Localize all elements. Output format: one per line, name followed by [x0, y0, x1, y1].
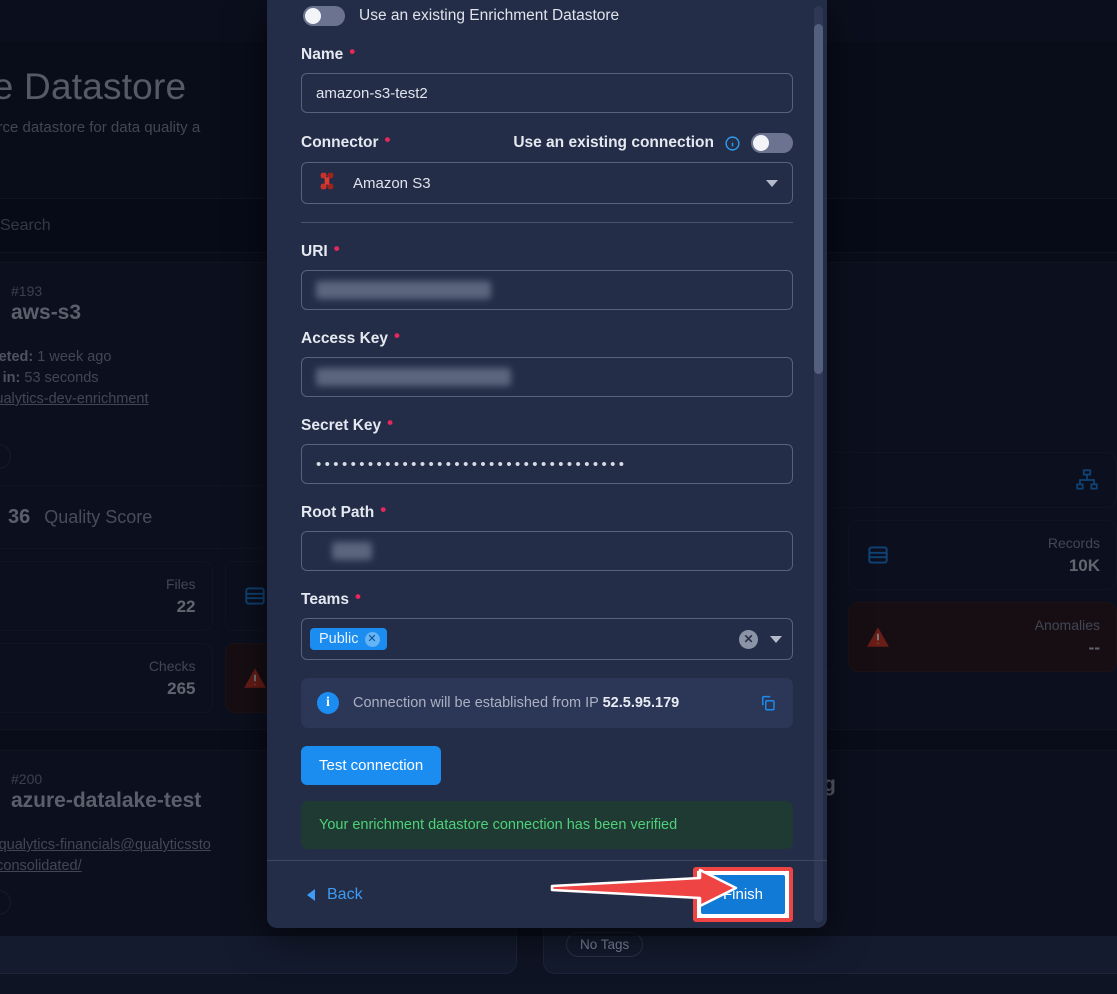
- connector-selected-value: Amazon S3: [353, 175, 431, 192]
- section-divider: [301, 222, 793, 223]
- field-uri: URI •: [285, 243, 809, 310]
- root-path-label: Root Path •: [301, 504, 793, 522]
- connector-label-text: Connector: [301, 134, 379, 152]
- uri-label: URI •: [301, 243, 793, 261]
- amazon-s3-icon: [316, 170, 338, 196]
- toggle-knob: [753, 135, 769, 151]
- existing-connection-row: Use an existing connection: [513, 133, 793, 153]
- connection-ip-text: Connection will be established from IP 5…: [353, 695, 745, 711]
- access-key-label: Access Key •: [301, 330, 793, 348]
- field-connector: Connector • Use an existing connection: [285, 133, 809, 204]
- enrichment-datastore-modal: Use an existing Enrichment Datastore Nam…: [267, 0, 827, 928]
- secret-key-value: ••••••••••••••••••••••••••••••••••••: [316, 456, 627, 473]
- back-button-label: Back: [327, 886, 363, 904]
- field-name: Name •: [285, 46, 809, 113]
- existing-connection-toggle[interactable]: [751, 133, 793, 153]
- test-connection-button[interactable]: Test connection: [301, 746, 441, 785]
- existing-datastore-toggle-row: Use an existing Enrichment Datastore: [285, 0, 809, 26]
- redacted-value: [332, 542, 372, 560]
- connection-ip-value: 52.5.95.179: [603, 695, 680, 711]
- name-input[interactable]: [301, 73, 793, 113]
- name-label-text: Name: [301, 46, 343, 64]
- chevron-left-icon: [307, 889, 315, 901]
- redacted-value: [316, 281, 491, 299]
- root-path-input[interactable]: [301, 531, 793, 571]
- secret-key-input[interactable]: ••••••••••••••••••••••••••••••••••••: [301, 444, 793, 484]
- required-indicator: •: [355, 591, 361, 602]
- redacted-value: [316, 368, 511, 386]
- chevron-down-icon[interactable]: [766, 180, 778, 187]
- connection-ip-banner: i Connection will be established from IP…: [301, 678, 793, 728]
- clear-all-icon[interactable]: ✕: [739, 630, 758, 649]
- chevron-down-icon[interactable]: [770, 636, 782, 643]
- team-chip[interactable]: Public ✕: [310, 628, 387, 650]
- toggle-knob: [305, 8, 321, 24]
- copy-icon[interactable]: [759, 694, 777, 712]
- required-indicator: •: [334, 243, 340, 254]
- info-icon: i: [317, 692, 339, 714]
- secret-key-label-text: Secret Key: [301, 417, 381, 435]
- teams-label-text: Teams: [301, 591, 349, 609]
- connector-select[interactable]: Amazon S3: [301, 162, 793, 204]
- existing-connection-label: Use an existing connection: [513, 134, 714, 152]
- name-label: Name •: [301, 46, 793, 64]
- scrollbar-thumb[interactable]: [814, 24, 823, 374]
- access-key-input[interactable]: [301, 357, 793, 397]
- root-path-label-text: Root Path: [301, 504, 374, 522]
- connector-label: Connector •: [301, 134, 390, 152]
- remove-chip-icon[interactable]: ✕: [365, 632, 380, 647]
- connector-header: Connector • Use an existing connection: [301, 133, 793, 153]
- required-indicator: •: [349, 46, 355, 57]
- existing-datastore-toggle-label: Use an existing Enrichment Datastore: [359, 7, 619, 25]
- info-icon[interactable]: [724, 135, 741, 152]
- secret-key-label: Secret Key •: [301, 417, 793, 435]
- modal-footer: Back Finish: [267, 860, 827, 928]
- verification-success-banner: Your enrichment datastore connection has…: [301, 801, 793, 849]
- annotation-arrow: [550, 868, 740, 908]
- uri-label-text: URI: [301, 243, 328, 261]
- existing-datastore-toggle[interactable]: [303, 6, 345, 26]
- uri-input[interactable]: [301, 270, 793, 310]
- field-teams: Teams • Public ✕ ✕: [285, 591, 809, 660]
- access-key-label-text: Access Key: [301, 330, 388, 348]
- modal-body: Use an existing Enrichment Datastore Nam…: [267, 0, 827, 860]
- team-chip-label: Public: [319, 631, 359, 647]
- field-secret-key: Secret Key • •••••••••••••••••••••••••••…: [285, 417, 809, 484]
- teams-label: Teams •: [301, 591, 793, 609]
- required-indicator: •: [385, 134, 391, 145]
- field-access-key: Access Key •: [285, 330, 809, 397]
- required-indicator: •: [380, 504, 386, 515]
- modal-scrollbar[interactable]: [814, 6, 823, 922]
- field-root-path: Root Path •: [285, 504, 809, 571]
- required-indicator: •: [394, 330, 400, 341]
- required-indicator: •: [387, 417, 393, 428]
- teams-select[interactable]: Public ✕ ✕: [301, 618, 793, 660]
- back-button[interactable]: Back: [301, 885, 369, 905]
- connection-ip-prefix: Connection will be established from IP: [353, 695, 603, 711]
